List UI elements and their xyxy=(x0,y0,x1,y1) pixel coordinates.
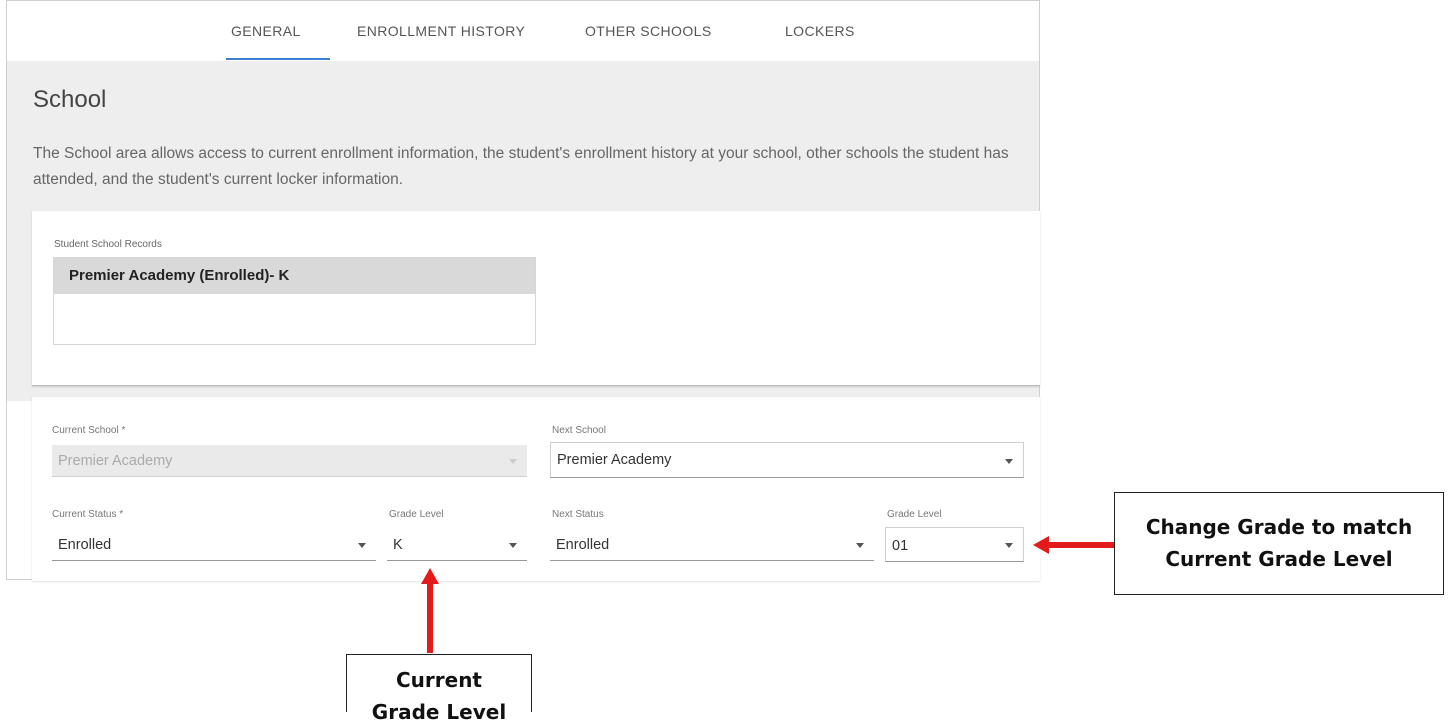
change-grade-callout: Change Grade to match Current Grade Leve… xyxy=(1114,492,1444,595)
next-grade-label: Grade Level xyxy=(887,509,942,520)
enrollment-form: Current School * Premier Academy Next Sc… xyxy=(32,397,1040,581)
chevron-down-icon xyxy=(1005,543,1013,548)
current-status-label: Current Status * xyxy=(52,509,124,520)
chevron-down-icon xyxy=(509,543,517,548)
current-school-label: Current School * xyxy=(52,425,126,436)
chevron-down-icon xyxy=(358,543,366,548)
annotation-arrow-line xyxy=(1047,542,1115,548)
tab-enrollment-history[interactable]: ENROLLMENT HISTORY xyxy=(357,23,525,39)
tab-lockers[interactable]: LOCKERS xyxy=(785,23,855,39)
student-records-card: Student School Records Premier Academy (… xyxy=(32,211,1040,386)
current-status-select[interactable]: Enrolled xyxy=(52,529,376,561)
callout-line: Current xyxy=(395,668,482,692)
current-grade-callout: Current Grade Level xyxy=(346,654,532,724)
chevron-down-icon xyxy=(1005,459,1013,464)
page-title: School xyxy=(33,86,107,113)
next-school-select[interactable]: Premier Academy xyxy=(550,442,1024,478)
page-description: The School area allows access to current… xyxy=(33,145,1009,188)
arrow-up-icon xyxy=(421,568,439,584)
next-status-select[interactable]: Enrolled xyxy=(550,529,874,561)
current-school-value: Premier Academy xyxy=(58,453,173,469)
next-grade-value: 01 xyxy=(892,538,909,554)
tab-bar: GENERAL ENROLLMENT HISTORY OTHER SCHOOLS… xyxy=(7,1,1039,62)
list-item[interactable]: Premier Academy (Enrolled)- K xyxy=(54,258,535,294)
callout-line: Grade Level xyxy=(371,700,507,724)
current-school-select: Premier Academy xyxy=(52,445,527,477)
next-school-label: Next School xyxy=(552,425,606,436)
annotation-arrow-line xyxy=(427,583,433,653)
page-header: School The School area allows access to … xyxy=(7,61,1039,211)
current-status-value: Enrolled xyxy=(58,537,112,553)
current-grade-value: K xyxy=(393,537,403,553)
next-grade-select[interactable]: 01 xyxy=(885,527,1024,562)
chevron-down-icon xyxy=(509,459,517,464)
tab-other-schools[interactable]: OTHER SCHOOLS xyxy=(585,23,712,39)
chevron-down-icon xyxy=(856,543,864,548)
records-list[interactable]: Premier Academy (Enrolled)- K xyxy=(53,257,536,345)
next-status-label: Next Status xyxy=(552,509,604,520)
tab-general[interactable]: GENERAL xyxy=(231,23,301,39)
current-grade-select[interactable]: K xyxy=(387,529,527,561)
current-grade-label: Grade Level xyxy=(389,509,444,520)
callout-line: Change Grade to match xyxy=(1145,515,1413,539)
app-frame: GENERAL ENROLLMENT HISTORY OTHER SCHOOLS… xyxy=(6,0,1040,581)
next-school-value: Premier Academy xyxy=(557,452,672,468)
active-tab-indicator xyxy=(226,58,330,60)
records-label: Student School Records xyxy=(54,239,162,250)
next-status-value: Enrolled xyxy=(556,537,610,553)
callout-line: Current Grade Level xyxy=(1165,547,1393,571)
